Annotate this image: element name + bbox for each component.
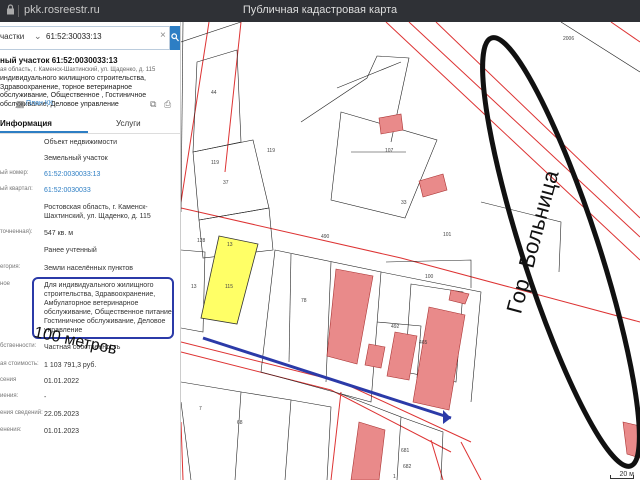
- building[interactable]: [412, 306, 466, 411]
- tab-info[interactable]: Информация: [0, 119, 52, 128]
- field-value: 01.01.2023: [44, 428, 80, 435]
- building[interactable]: [418, 173, 448, 198]
- parcel-label: 78: [301, 298, 307, 304]
- field-key: ное: [0, 281, 10, 287]
- field-value: 547 кв. м: [44, 230, 74, 237]
- building[interactable]: [378, 113, 404, 135]
- parcel-label: 1: [393, 474, 396, 480]
- field-value: 01.01.2022: [44, 378, 80, 385]
- search-button[interactable]: [170, 26, 180, 50]
- layers-icon[interactable]: ▦: [16, 99, 25, 110]
- window-title: Публичная кадастровая карта: [242, 4, 398, 16]
- field-value: Ранее учтенный: [44, 247, 97, 254]
- parcel-label: 100: [425, 274, 434, 280]
- field-value: Земли населённых пунктов: [44, 265, 134, 272]
- copy-icon[interactable]: ⧉: [150, 99, 156, 110]
- field-value: -: [44, 394, 47, 401]
- cadastral-quarter-link[interactable]: 61:52:0030033: [44, 186, 178, 195]
- parcel-label: 119: [211, 160, 219, 166]
- parcel-label: 44: [211, 90, 217, 96]
- building[interactable]: [364, 343, 386, 369]
- active-tab-indicator: [0, 131, 88, 133]
- selected-parcel[interactable]: [200, 235, 259, 325]
- arrow-head: [443, 410, 451, 424]
- field-key: ения сведений:: [0, 410, 43, 416]
- parcel-label: 682: [403, 464, 412, 470]
- field-value: Объект недвижимости: [44, 139, 118, 146]
- parcel-label: 13: [191, 284, 197, 290]
- field-key: ая стоимость:: [0, 361, 39, 367]
- field-key: ый номер:: [0, 170, 29, 176]
- field-key: сения: [0, 377, 17, 383]
- parcel-label: 681: [401, 448, 410, 454]
- parcel-label: 119: [267, 148, 275, 154]
- parcel-label: 465: [419, 340, 428, 346]
- scale-bar: [610, 475, 634, 479]
- cadastral-number-link[interactable]: 61:52:0030033:13: [44, 170, 178, 179]
- parcel-label: 115: [225, 284, 233, 290]
- parcel-label: 7: [199, 406, 202, 412]
- tab-services[interactable]: Услуги: [116, 119, 141, 128]
- parcel-label: 33: [401, 200, 407, 206]
- field-key: енения:: [0, 427, 22, 433]
- search-bar: частки ⌄ 61:52:30033:13 ×: [0, 26, 180, 50]
- search-icon: [171, 33, 179, 42]
- info-panel: частки ⌄ 61:52:30033:13 × ный участок 61…: [0, 22, 181, 480]
- search-category[interactable]: частки: [0, 32, 24, 41]
- building[interactable]: [386, 331, 418, 381]
- field-key: иения:: [0, 393, 19, 399]
- parcel-label: 107: [385, 148, 394, 154]
- hospital-outline: [480, 35, 640, 469]
- browser-titlebar: pkk.rosreestr.ru Публичная кадастровая к…: [0, 0, 640, 22]
- print-icon[interactable]: ⎙: [164, 99, 171, 110]
- parcel-label: 37: [223, 180, 229, 186]
- parcel-label: 68: [237, 420, 243, 426]
- plan-link[interactable]: План КК: [26, 100, 53, 107]
- cadastral-map[interactable]: 44 119 37 13 115 119 128 13 490 78 492 1…: [181, 22, 640, 480]
- parcel-label: 101: [443, 232, 452, 238]
- object-address: ая область, г. Каменск-Шахтинский, ул. Щ…: [0, 67, 156, 73]
- object-links: ▦ План КК ⧉ ⎙: [0, 99, 180, 112]
- close-icon[interactable]: ×: [160, 30, 166, 41]
- field-key: точненная):: [0, 229, 33, 235]
- field-value: Ростовская область, г. Каменск-Шахтински…: [44, 204, 151, 220]
- chevron-down-icon[interactable]: ⌄: [34, 31, 42, 42]
- building[interactable]: [448, 289, 470, 305]
- search-input[interactable]: 61:52:30033:13: [46, 32, 102, 41]
- building[interactable]: [350, 421, 386, 480]
- parcel-label: 2006: [563, 36, 574, 42]
- map-canvas[interactable]: 44 119 37 13 115 119 128 13 490 78 492 1…: [181, 22, 640, 480]
- field-key: ый квартал:: [0, 186, 33, 192]
- field-value: 1 103 791,3 руб.: [44, 362, 97, 369]
- building[interactable]: [326, 268, 374, 365]
- parcel-label: 128: [197, 238, 206, 244]
- object-title: ный участок 61:52:0030033:13: [0, 56, 118, 65]
- field-value: 22.05.2023: [44, 411, 80, 418]
- field-key: егория:: [0, 264, 21, 270]
- field-key: бственности:: [0, 343, 37, 349]
- parcel-label: 490: [321, 234, 330, 240]
- tab-bar: Информация Услуги: [0, 115, 180, 134]
- parcel-label: 492: [391, 324, 400, 330]
- parcel-label: 13: [227, 242, 233, 248]
- field-value: Земельный участок: [44, 155, 108, 162]
